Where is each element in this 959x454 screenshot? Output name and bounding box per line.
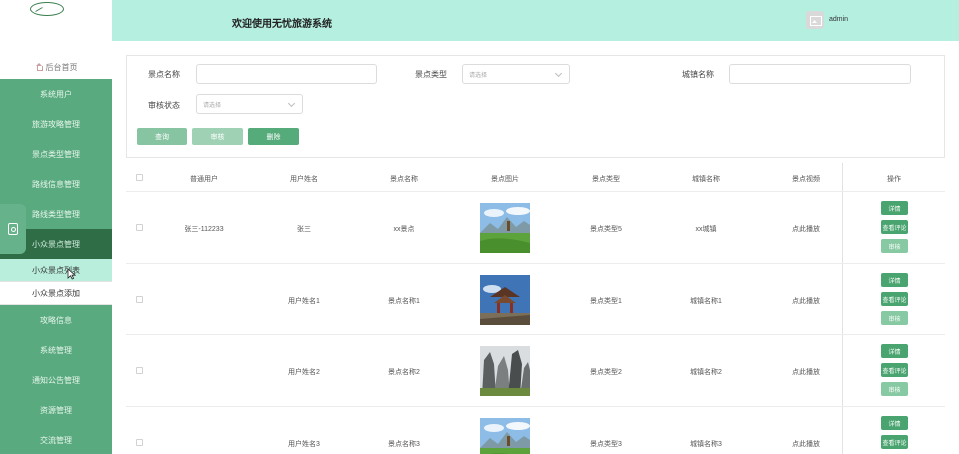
column-header-video: 景点视频	[792, 176, 820, 183]
row-checkbox[interactable]	[136, 439, 143, 446]
cell-scenic-type: 景点类型2	[590, 369, 622, 376]
cell-scenic-name: 景点名称2	[388, 369, 420, 376]
table-row: 用户姓名2 景点名称2 景点类型2 城镇名称2 点此播放 详情 查看评论 审核	[126, 335, 945, 407]
page-title: 欢迎使用无忧旅游系统	[232, 19, 332, 30]
sidebar-item-exchange-management[interactable]: 交流管理	[0, 425, 112, 454]
city-name-input[interactable]	[729, 64, 911, 84]
sidebar-item-guide-info[interactable]: 攻略信息	[0, 305, 112, 335]
cell-scenic-name: xx景点	[393, 226, 415, 233]
cell-user: 张三-112233	[184, 226, 224, 233]
mouse-cursor-icon	[67, 268, 76, 280]
logo-area: 后台首页	[0, 0, 112, 79]
cell-user-name: 用户姓名3	[288, 441, 320, 448]
app-root: 后台首页 系统用户 旅游攻略管理 景点类型管理 路线信息管理 路线类型管理 小众…	[0, 0, 959, 454]
cell-user-name: 张三	[297, 226, 311, 233]
pavilion-icon[interactable]	[480, 275, 530, 325]
row-checkbox[interactable]	[136, 367, 143, 374]
scenic-name-input[interactable]	[196, 64, 377, 84]
cell-scenic-name: 景点名称1	[388, 298, 420, 305]
user-name[interactable]: admin	[829, 16, 848, 23]
table-header-row: 普通用户 用户姓名 景点名称 景点图片 景点类型 城镇名称 景点视频 操作	[126, 163, 945, 192]
sidebar-item-resource-management[interactable]: 资源管理	[0, 395, 112, 425]
select-all-checkbox[interactable]	[136, 174, 143, 181]
column-header-user-name: 用户姓名	[290, 176, 318, 183]
detail-button[interactable]: 详情	[881, 273, 908, 287]
delete-button[interactable]: 删除	[248, 128, 299, 145]
play-video-link[interactable]: 点此播放	[792, 224, 820, 234]
sidebar-item-system-users[interactable]: 系统用户	[0, 79, 112, 109]
play-video-link[interactable]: 点此播放	[792, 367, 820, 377]
cell-scenic-type: 景点类型1	[590, 298, 622, 305]
detail-button[interactable]: 详情	[881, 416, 908, 430]
column-header-actions: 操作	[887, 176, 901, 183]
cell-city: 城镇名称3	[690, 441, 722, 448]
home-label: 后台首页	[45, 62, 78, 72]
grassland-icon[interactable]	[480, 418, 530, 454]
logo-icon	[30, 2, 64, 16]
query-button[interactable]: 查询	[137, 128, 187, 145]
column-header-scenic-type: 景点类型	[592, 176, 620, 183]
view-comments-button[interactable]: 查看评论	[881, 363, 908, 377]
view-comments-button[interactable]: 查看评论	[881, 435, 908, 449]
side-tab-button[interactable]	[0, 204, 26, 254]
table-row: 用户姓名1 景点名称1 景点类型1 城镇名称1 点此播放 详情 查看评论 审核	[126, 264, 945, 335]
audit-button[interactable]: 审核	[192, 128, 243, 145]
table-row: 张三-112233 张三 xx景点 景点类型5 xx城镇 点此播放 详情 查看评…	[126, 192, 945, 264]
row-checkbox[interactable]	[136, 224, 143, 231]
search-panel: 景点名称 景点类型 请选择 城镇名称 审核状态 请选择 查询 审核 删除	[126, 55, 945, 158]
cell-city: 城镇名称1	[690, 298, 722, 305]
chevron-down-icon	[554, 69, 563, 78]
sidebar-item-system-management[interactable]: 系统管理	[0, 335, 112, 365]
sidebar-item-scenic-types[interactable]: 景点类型管理	[0, 139, 112, 169]
view-comments-button[interactable]: 查看评论	[881, 292, 908, 306]
scenic-type-select[interactable]: 请选择	[462, 64, 570, 84]
scenic-name-label: 景点名称	[148, 70, 180, 79]
sidebar-menu: 系统用户 旅游攻略管理 景点类型管理 路线信息管理 路线类型管理 小众景点管理 …	[0, 79, 112, 454]
grassland-icon[interactable]	[480, 203, 530, 253]
sidebar: 后台首页 系统用户 旅游攻略管理 景点类型管理 路线信息管理 路线类型管理 小众…	[0, 0, 112, 454]
avatar-icon[interactable]	[806, 11, 824, 29]
row-checkbox[interactable]	[136, 296, 143, 303]
sidebar-item-travel-guides[interactable]: 旅游攻略管理	[0, 109, 112, 139]
column-header-user: 普通用户	[190, 176, 218, 183]
scenic-type-label: 景点类型	[415, 70, 447, 79]
row-audit-button[interactable]: 审核	[881, 239, 908, 253]
home-link[interactable]: 后台首页	[0, 58, 112, 76]
cell-scenic-type: 景点类型3	[590, 441, 622, 448]
table-row: 用户姓名3 景点名称3 景点类型3 城镇名称3 点此播放 详情 查看评论	[126, 407, 945, 454]
cell-scenic-name: 景点名称3	[388, 441, 420, 448]
city-name-label: 城镇名称	[682, 70, 714, 79]
audit-status-placeholder: 请选择	[203, 102, 222, 109]
audit-status-label: 审核状态	[148, 101, 180, 110]
data-table: 普通用户 用户姓名 景点名称 景点图片 景点类型 城镇名称 景点视频 操作 张三…	[126, 163, 945, 454]
camera-icon	[8, 223, 18, 235]
column-header-scenic-name: 景点名称	[390, 176, 418, 183]
top-header: 欢迎使用无忧旅游系统 admin	[112, 0, 959, 41]
row-audit-button[interactable]: 审核	[881, 311, 908, 325]
detail-button[interactable]: 详情	[881, 344, 908, 358]
sidebar-subitem-niche-scenic-add[interactable]: 小众景点添加	[0, 282, 112, 305]
stone-forest-icon[interactable]	[480, 346, 530, 396]
view-comments-button[interactable]: 查看评论	[881, 220, 908, 234]
column-header-scenic-image: 景点图片	[491, 176, 519, 183]
cell-scenic-type: 景点类型5	[590, 226, 622, 233]
cell-city: 城镇名称2	[690, 369, 722, 376]
cell-user-name: 用户姓名1	[288, 298, 320, 305]
row-audit-button[interactable]: 审核	[881, 382, 908, 396]
audit-status-select[interactable]: 请选择	[196, 94, 303, 114]
detail-button[interactable]: 详情	[881, 201, 908, 215]
play-video-link[interactable]: 点此播放	[792, 296, 820, 306]
cell-city: xx城镇	[695, 226, 717, 233]
play-video-link[interactable]: 点此播放	[792, 439, 820, 449]
sidebar-subitem-niche-scenic-list[interactable]: 小众景点列表	[0, 259, 112, 282]
column-header-city: 城镇名称	[692, 176, 720, 183]
sidebar-item-notice-management[interactable]: 通知公告管理	[0, 365, 112, 395]
home-icon	[35, 63, 43, 71]
scenic-type-placeholder: 请选择	[469, 72, 488, 79]
chevron-down-icon	[287, 99, 296, 108]
cell-user-name: 用户姓名2	[288, 369, 320, 376]
sidebar-item-route-info[interactable]: 路线信息管理	[0, 169, 112, 199]
